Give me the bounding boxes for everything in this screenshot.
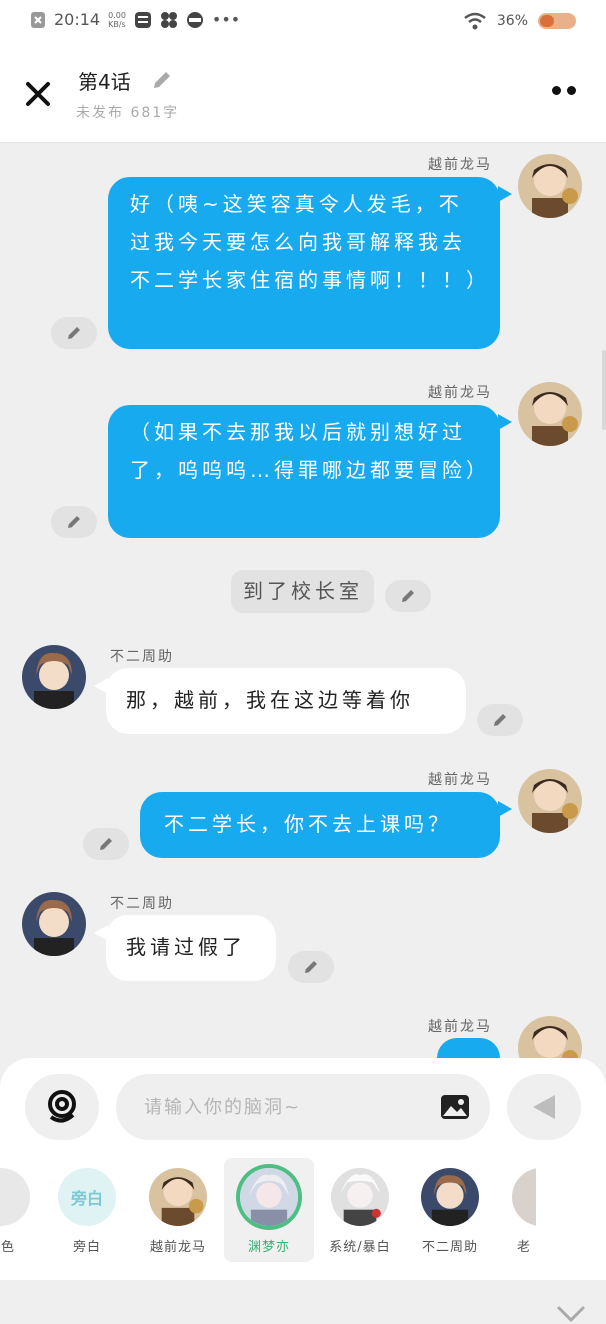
ninja-icon [186,11,203,28]
role-avatar [240,1168,298,1226]
status-bar: 20:14 0.00 KB/s ••• 36% [0,0,606,46]
send-button[interactable] [507,1074,581,1140]
sender-name: 不二周助 [110,649,174,665]
more-status-icon: ••• [211,10,241,29]
sender-name: 不二周助 [110,896,174,912]
top-bar: 第4话 未发布 681字 [0,46,606,143]
swirl-icon [48,1090,76,1123]
message-bubble[interactable]: 不二学长，你不去上课吗？ [140,792,500,858]
battery-percent: 36% [496,13,528,29]
avatar-ryoma[interactable] [518,769,582,833]
more-button[interactable] [552,86,576,95]
pencil-icon [68,516,80,528]
pinwheel-icon [160,11,177,28]
pencil-icon [100,838,112,850]
avatar-fuji[interactable] [22,645,86,709]
chapter-title[interactable]: 第4话 [78,66,131,95]
role-avatar [149,1168,207,1226]
message-bubble[interactable]: 我请过假了 [106,915,276,981]
notification-x-icon [31,11,45,28]
role-item-partial[interactable]: 老 [496,1158,536,1262]
edit-message-button[interactable] [51,317,97,349]
image-icon[interactable] [440,1094,470,1120]
sender-name: 越前龙马 [428,157,492,173]
role-avatar [512,1168,536,1226]
edit-message-button[interactable] [385,580,431,612]
role-avatar [421,1168,479,1226]
app-icon [134,11,151,28]
role-avatar [0,1168,30,1226]
role-item[interactable]: 角色 [0,1158,46,1262]
pencil-icon [305,961,317,973]
sender-name: 越前龙马 [428,385,492,401]
chapter-status: 未发布 681字 [76,105,180,121]
role-item-narrator[interactable]: 旁白 旁白 [42,1158,132,1262]
pencil-icon [402,590,414,602]
pencil-icon [494,714,506,726]
sender-name: 越前龙马 [428,1019,492,1035]
message-bubble[interactable]: 那，越前，我在这边等着你 [106,668,466,734]
voice-button[interactable] [25,1074,99,1140]
role-item-selected[interactable]: 渊梦亦 [224,1158,314,1262]
avatar-fuji[interactable] [22,892,86,956]
role-avatar [331,1168,389,1226]
narration-bubble[interactable]: 到了校长室 [231,570,374,613]
close-button[interactable] [20,76,56,112]
wifi-icon [464,12,486,30]
network-speed: 0.00 KB/s [108,10,126,29]
avatar-ryoma[interactable] [518,382,582,446]
battery-icon [538,13,576,29]
status-time: 20:14 [54,10,101,29]
message-bubble[interactable]: 好（咦~这笑容真令人发毛，不过我今天要怎么向我哥解释我去不二学长家住宿的事情啊！… [108,177,500,349]
close-icon [26,82,50,106]
sender-name: 越前龙马 [428,772,492,788]
message-bubble[interactable]: （如果不去那我以后就别想好过了，呜呜呜…得罪哪边都要冒险） [108,405,500,538]
role-selector: 角色 旁白 旁白 越前龙马 渊梦亦 系统/暴白 [0,1158,606,1323]
edit-message-button[interactable] [288,951,334,983]
edit-title-icon[interactable] [150,68,174,92]
edit-message-button[interactable] [477,704,523,736]
edit-message-button[interactable] [83,828,129,860]
avatar-ryoma[interactable] [518,154,582,218]
send-icon [533,1095,555,1119]
chevron-down-icon[interactable] [556,1304,586,1324]
role-item-fuji[interactable]: 不二周助 [405,1158,495,1262]
scroll-indicator[interactable] [602,350,606,430]
narrator-badge: 旁白 [58,1168,116,1226]
pencil-icon [68,327,80,339]
composer-panel: 角色 旁白 旁白 越前龙马 渊梦亦 系统/暴白 [0,1058,606,1323]
story-input[interactable] [116,1074,490,1140]
role-item-system[interactable]: 系统/暴白 [315,1158,405,1262]
role-item-ryoma[interactable]: 越前龙马 [133,1158,223,1262]
edit-message-button[interactable] [51,506,97,538]
